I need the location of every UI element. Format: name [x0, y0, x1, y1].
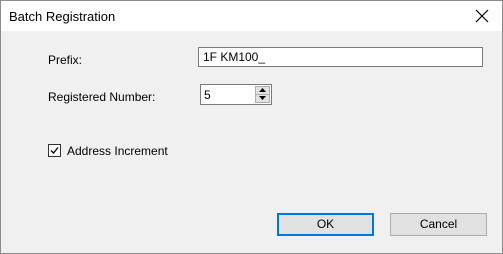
cancel-button[interactable]: Cancel — [390, 213, 487, 236]
prefix-label: Prefix: — [48, 53, 83, 67]
registered-number-stepper — [200, 84, 272, 105]
window-title: Batch Registration — [9, 9, 116, 24]
close-icon — [475, 9, 489, 23]
ok-button[interactable]: OK — [277, 213, 374, 236]
checkmark-icon — [50, 147, 59, 154]
caret-down-icon — [259, 96, 266, 100]
address-increment-checkbox[interactable] — [48, 144, 61, 157]
prefix-input[interactable] — [198, 47, 483, 67]
caret-up-icon — [259, 88, 266, 92]
registered-number-label: Registered Number: — [48, 90, 156, 104]
title-bar: Batch Registration — [1, 1, 502, 31]
close-button[interactable] — [462, 1, 502, 31]
decrement-button[interactable] — [256, 95, 269, 102]
address-increment-label[interactable]: Address Increment — [67, 144, 168, 158]
batch-registration-dialog: Batch Registration Prefix: Registered Nu… — [0, 0, 503, 254]
registered-number-input[interactable] — [201, 85, 253, 104]
increment-button[interactable] — [256, 87, 269, 95]
spin-buttons — [255, 86, 270, 103]
